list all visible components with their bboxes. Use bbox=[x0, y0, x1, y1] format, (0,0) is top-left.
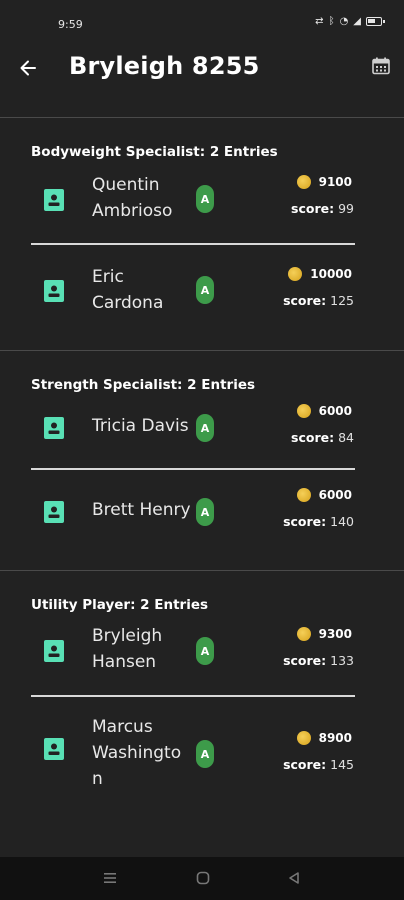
score: score: 125 bbox=[283, 293, 354, 308]
coin-icon bbox=[296, 488, 311, 502]
data-transfer-icon: ⇄ bbox=[315, 16, 324, 27]
entry-divider bbox=[31, 243, 355, 245]
page-title: Bryleigh 8255 bbox=[69, 52, 260, 80]
coin-icon bbox=[296, 731, 311, 745]
grade-badge: A bbox=[196, 276, 214, 304]
list-item[interactable]: Quentin Ambrioso A 9100 score: 99 bbox=[0, 168, 404, 244]
section-utility-player: Utility Player: 2 Entries Bryleigh Hanse… bbox=[0, 570, 404, 857]
coin-value: 9100 bbox=[296, 175, 352, 189]
app-bar: Bryleigh 8255 bbox=[0, 46, 404, 96]
player-name: Tricia Davis bbox=[92, 416, 189, 436]
list-item[interactable]: Bryleigh Hansen A 9300 score: 133 bbox=[0, 621, 404, 695]
coin-value: 9300 bbox=[296, 627, 352, 641]
coin-value: 10000 bbox=[288, 267, 352, 281]
player-name: Marcus Washingto n bbox=[92, 717, 182, 789]
score: score: 145 bbox=[283, 757, 354, 772]
menu-icon[interactable] bbox=[102, 870, 118, 886]
back-button[interactable] bbox=[14, 54, 42, 82]
grade-badge: A bbox=[196, 637, 214, 665]
score: score: 140 bbox=[283, 514, 354, 529]
player-name: Eric Cardona bbox=[92, 267, 164, 313]
status-icons: ⇄ ᛒ ◔ ◢ bbox=[315, 16, 385, 27]
battery-icon bbox=[366, 17, 385, 26]
wifi-icon: ◔ bbox=[339, 16, 349, 27]
section-title: Strength Specialist: 2 Entries bbox=[31, 377, 256, 393]
list-item[interactable]: Marcus Washingto n A 8900 score: 145 bbox=[0, 712, 404, 802]
contact-icon bbox=[44, 501, 64, 523]
grade-badge: A bbox=[196, 740, 214, 768]
contact-icon bbox=[44, 417, 64, 439]
coin-icon bbox=[296, 404, 311, 418]
calendar-icon bbox=[372, 57, 390, 75]
status-time: 9:59 bbox=[58, 18, 83, 31]
section-bodyweight-specialist: Bodyweight Specialist: 2 Entries Quentin… bbox=[0, 117, 404, 350]
coin-icon bbox=[296, 175, 311, 189]
score: score: 84 bbox=[291, 430, 354, 445]
contact-icon bbox=[44, 189, 64, 211]
contact-icon bbox=[44, 280, 64, 302]
player-name: Quentin Ambrioso bbox=[92, 175, 173, 221]
grade-badge: A bbox=[196, 414, 214, 442]
grade-badge: A bbox=[196, 498, 214, 526]
home-icon[interactable] bbox=[195, 870, 211, 886]
system-nav-bar bbox=[0, 857, 404, 900]
list-item[interactable]: Eric Cardona A 10000 score: 125 bbox=[0, 260, 404, 336]
status-bar: 9:59 ⇄ ᛒ ◔ ◢ bbox=[0, 0, 404, 46]
list-item[interactable]: Brett Henry A 6000 score: 140 bbox=[0, 485, 404, 551]
coin-icon bbox=[296, 627, 311, 641]
coin-icon bbox=[288, 267, 303, 281]
player-name: Brett Henry bbox=[92, 500, 191, 520]
list-item[interactable]: Tricia Davis A 6000 score: 84 bbox=[0, 401, 404, 467]
section-strength-specialist: Strength Specialist: 2 Entries Tricia Da… bbox=[0, 350, 404, 570]
player-name: Bryleigh Hansen bbox=[92, 626, 163, 672]
section-title: Bodyweight Specialist: 2 Entries bbox=[31, 144, 278, 160]
score: score: 133 bbox=[283, 653, 354, 668]
entry-divider bbox=[31, 468, 355, 470]
bluetooth-icon: ᛒ bbox=[328, 16, 335, 27]
coin-value: 6000 bbox=[296, 488, 352, 502]
signal-icon: ◢ bbox=[353, 16, 361, 27]
section-title: Utility Player: 2 Entries bbox=[31, 597, 209, 613]
coin-value: 8900 bbox=[296, 731, 352, 745]
contact-icon bbox=[44, 640, 64, 662]
back-triangle-icon[interactable] bbox=[286, 870, 302, 886]
contact-icon bbox=[44, 738, 64, 760]
entry-divider bbox=[31, 695, 355, 697]
coin-value: 6000 bbox=[296, 404, 352, 418]
arrow-left-icon bbox=[20, 60, 36, 76]
grade-badge: A bbox=[196, 185, 214, 213]
score: score: 99 bbox=[291, 201, 354, 216]
calendar-button[interactable] bbox=[371, 56, 391, 76]
